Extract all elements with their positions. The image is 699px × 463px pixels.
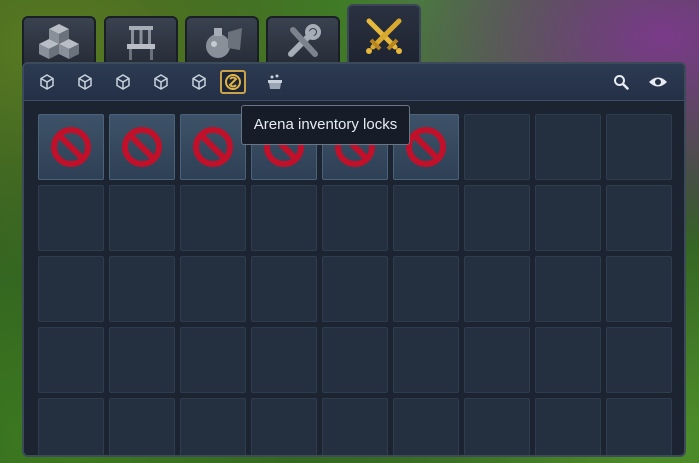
tooltip: Arena inventory locks: [241, 105, 410, 145]
inventory-slot[interactable]: [38, 327, 104, 393]
tab-arena[interactable]: [347, 4, 421, 66]
inventory-slot[interactable]: [535, 398, 601, 455]
filter-button-arena[interactable]: [220, 70, 246, 94]
inventory-slot[interactable]: [38, 398, 104, 455]
tab-furniture[interactable]: [104, 16, 178, 66]
inventory-slot[interactable]: [251, 398, 317, 455]
inventory-slot[interactable]: [393, 327, 459, 393]
inventory-slot[interactable]: [393, 256, 459, 322]
locked-slot[interactable]: [180, 114, 246, 180]
inventory-slot[interactable]: [535, 327, 601, 393]
inventory-slot[interactable]: [322, 398, 388, 455]
inventory-slot[interactable]: [109, 185, 175, 251]
inventory-slot[interactable]: [322, 256, 388, 322]
filter-button-2[interactable]: [72, 70, 98, 94]
inventory-slot[interactable]: [606, 114, 672, 180]
inventory-slot[interactable]: [606, 327, 672, 393]
inventory-slot[interactable]: [180, 398, 246, 455]
filter-button-misc[interactable]: [262, 70, 288, 94]
tab-blocks[interactable]: [22, 16, 96, 66]
cube-icon: [116, 74, 130, 90]
inventory-slot[interactable]: [464, 256, 530, 322]
inventory-slot[interactable]: [180, 327, 246, 393]
arena-swirl-icon: [225, 74, 241, 90]
inventory-slot[interactable]: [464, 398, 530, 455]
no-entry-icon: [406, 127, 446, 167]
inventory-slot[interactable]: [464, 114, 530, 180]
inventory-slot[interactable]: [38, 185, 104, 251]
cube-icon: [78, 74, 92, 90]
cube-stack-icon: [39, 24, 79, 59]
no-entry-icon: [122, 127, 162, 167]
inventory-slot[interactable]: [535, 114, 601, 180]
inventory-slot[interactable]: [251, 185, 317, 251]
tab-consumables[interactable]: [185, 16, 259, 66]
visibility-button[interactable]: [645, 70, 671, 94]
filter-button-5[interactable]: [186, 70, 212, 94]
inventory-slot[interactable]: [38, 256, 104, 322]
inventory-slot[interactable]: [322, 185, 388, 251]
inventory-slot[interactable]: [180, 256, 246, 322]
chair-icon: [127, 26, 155, 60]
tab-tools[interactable]: [266, 16, 340, 66]
inventory-slot[interactable]: [464, 327, 530, 393]
basket-icon: [268, 74, 282, 89]
inventory-slot[interactable]: [251, 327, 317, 393]
filter-button-4[interactable]: [148, 70, 174, 94]
no-entry-icon: [193, 127, 233, 167]
inventory-slot[interactable]: [109, 327, 175, 393]
tooltip-text: Arena inventory locks: [253, 116, 398, 133]
inventory-slot[interactable]: [535, 185, 601, 251]
filter-button-1[interactable]: [34, 70, 60, 94]
filter-toolbar: [24, 64, 684, 101]
filter-button-3[interactable]: [110, 70, 136, 94]
cube-icon: [40, 74, 54, 90]
eye-icon: [649, 77, 667, 87]
inventory-slot[interactable]: [393, 185, 459, 251]
inventory-slot[interactable]: [393, 398, 459, 455]
inventory-slot[interactable]: [322, 327, 388, 393]
inventory-slot[interactable]: [606, 256, 672, 322]
inventory-slot[interactable]: [606, 185, 672, 251]
cube-icon: [192, 74, 206, 90]
no-entry-icon: [51, 127, 91, 167]
search-icon: [614, 75, 629, 90]
inventory-slot[interactable]: [535, 256, 601, 322]
search-button[interactable]: [608, 70, 634, 94]
tools-icon: [288, 24, 321, 57]
inventory-slot[interactable]: [464, 185, 530, 251]
crossed-swords-icon: [366, 18, 402, 54]
inventory-slot[interactable]: [251, 256, 317, 322]
cube-icon: [154, 74, 168, 90]
inventory-slot[interactable]: [109, 256, 175, 322]
inventory-slot[interactable]: [606, 398, 672, 455]
locked-slot[interactable]: [38, 114, 104, 180]
potion-icon: [206, 28, 242, 58]
inventory-slot[interactable]: [180, 185, 246, 251]
locked-slot[interactable]: [109, 114, 175, 180]
inventory-slot[interactable]: [109, 398, 175, 455]
